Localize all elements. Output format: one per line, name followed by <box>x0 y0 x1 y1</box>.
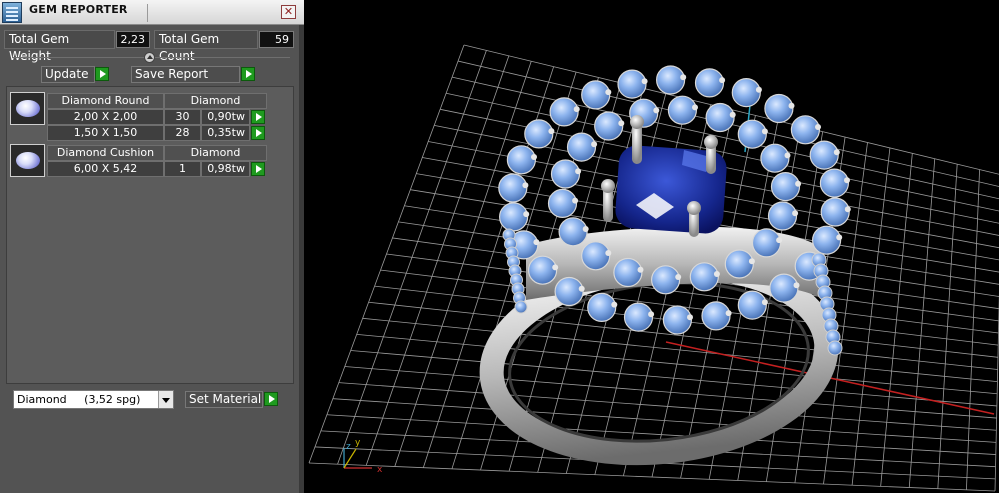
set-material-button[interactable]: Set Material <box>185 391 263 408</box>
viewport-canvas <box>308 44 999 492</box>
3d-viewport[interactable]: z y x <box>304 0 999 493</box>
gem-count: 1 <box>164 161 201 177</box>
gem-group-name: Diamond Round <box>47 93 164 109</box>
ring-model <box>479 65 851 466</box>
gem-size: 2,00 X 2,00 <box>47 109 164 125</box>
gem-weight: 0,90tw <box>201 109 250 125</box>
round-gem-icon <box>10 92 45 125</box>
gem-group-material: Diamond <box>164 145 267 161</box>
gem-group-name: Diamond Cushion <box>47 145 164 161</box>
update-run-icon[interactable] <box>95 67 109 81</box>
gem-size: 1,50 X 1,50 <box>47 125 164 141</box>
axis-z-label: z <box>346 442 351 452</box>
gem-group-material: Diamond <box>164 93 267 109</box>
select-gems-icon[interactable] <box>251 110 265 124</box>
gem-count: 28 <box>164 125 201 141</box>
chevron-down-icon[interactable] <box>158 391 173 408</box>
update-button[interactable]: Update <box>41 66 95 83</box>
title-bar[interactable]: GEM REPORTER ✕ <box>0 0 304 25</box>
axis-y-label: y <box>355 438 361 448</box>
select-gems-icon[interactable] <box>251 126 265 140</box>
gem-count: 30 <box>164 109 201 125</box>
material-select[interactable]: Diamond (3,52 spg) <box>13 390 174 409</box>
collapse-toggle-button[interactable] <box>144 52 155 63</box>
gem-weight: 0,98tw <box>201 161 250 177</box>
total-gem-weight-label: Total Gem Weight <box>4 30 115 63</box>
app-icon <box>2 2 22 23</box>
total-gem-weight-value: 2,23 <box>116 31 150 48</box>
title-separator <box>147 4 148 22</box>
window-title: GEM REPORTER <box>29 3 128 16</box>
set-material-run-icon[interactable] <box>264 392 278 406</box>
axis-x-label: x <box>377 465 383 475</box>
save-report-button[interactable]: Save Report <box>131 66 240 83</box>
total-gem-count-label: Total Gem Count <box>154 30 258 63</box>
cushion-gem-icon <box>10 144 45 177</box>
save-report-run-icon[interactable] <box>241 67 255 81</box>
gem-weight: 0,35tw <box>201 125 250 141</box>
gem-reporter-panel: GEM REPORTER ✕ Total Gem Weight 2,23 Tot… <box>0 0 304 493</box>
material-select-value: Diamond (3,52 spg) <box>17 393 141 406</box>
gem-size: 6,00 X 5,42 <box>47 161 164 177</box>
total-gem-count-value: 59 <box>259 31 294 48</box>
close-button[interactable]: ✕ <box>281 5 296 19</box>
select-gems-icon[interactable] <box>251 162 265 176</box>
